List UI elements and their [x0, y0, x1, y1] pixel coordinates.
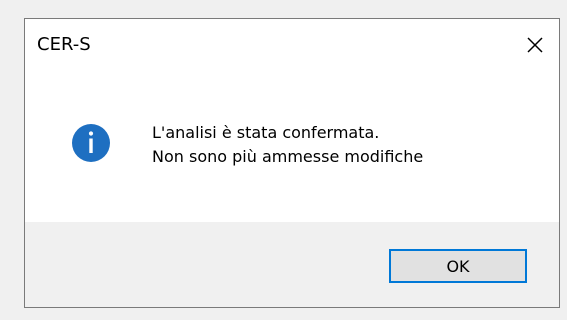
close-button[interactable]: [511, 19, 559, 71]
message-line-2: Non sono più ammesse modifiche: [152, 147, 424, 166]
ok-button[interactable]: OK: [389, 249, 527, 283]
dialog-footer: OK: [25, 222, 559, 307]
title-bar: CER-S: [25, 19, 559, 71]
message-line-1: L'analisi è stata confermata.: [152, 123, 380, 142]
dialog-message: L'analisi è stata confermata. Non sono p…: [152, 121, 423, 169]
dialog-title: CER-S: [37, 34, 91, 55]
message-dialog: CER-S L'analisi è stata confermata. Non …: [24, 18, 560, 308]
info-icon: [72, 124, 110, 162]
ok-button-label: OK: [446, 256, 470, 276]
dialog-content: L'analisi è stata confermata. Non sono p…: [25, 71, 559, 222]
close-icon: [527, 37, 543, 53]
